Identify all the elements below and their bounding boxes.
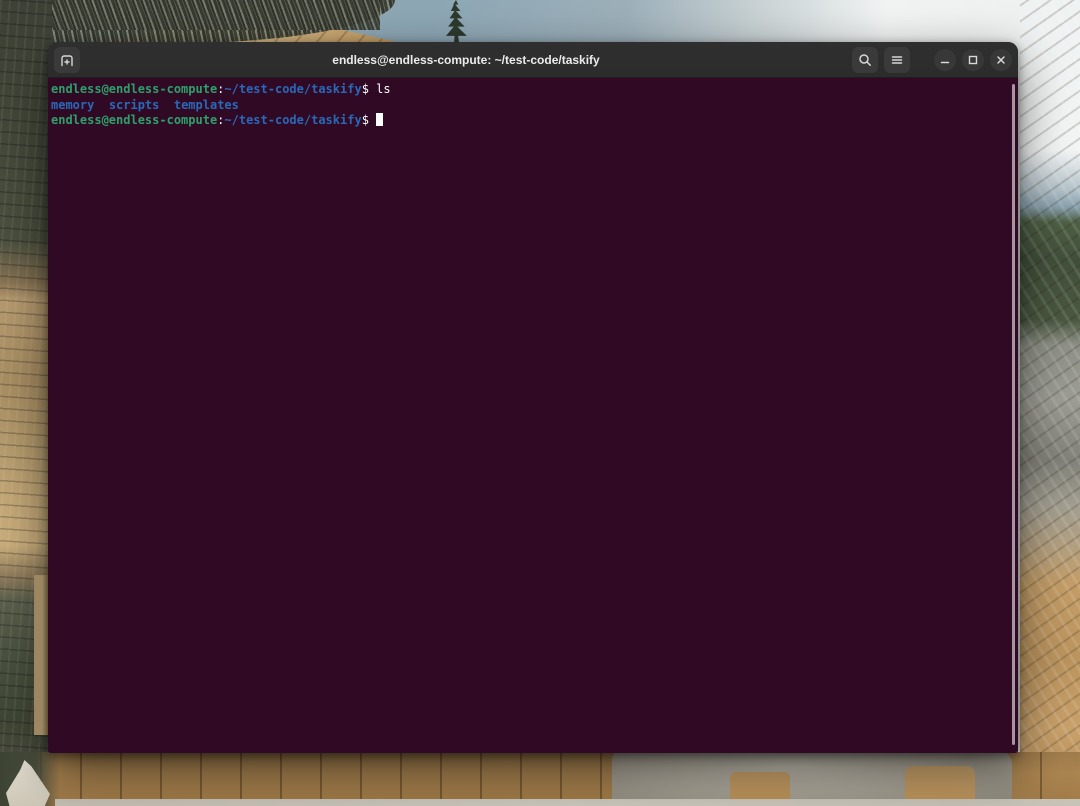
wallpaper-bottom-planks	[0, 752, 1080, 806]
ls-directory: scripts	[109, 98, 160, 112]
ls-separator	[159, 98, 173, 112]
wallpaper-cabin-roof	[96, 8, 406, 44]
wallpaper-wood-block	[730, 772, 790, 806]
prompt-path: ~/test-code/taskify	[224, 113, 361, 127]
wallpaper-floor-strip	[55, 799, 1080, 806]
prompt-user-host: endless@endless-compute	[51, 82, 217, 96]
terminal-scrollbar[interactable]	[1012, 84, 1015, 745]
prompt-symbol: $	[362, 82, 369, 96]
minimize-button[interactable]	[934, 49, 956, 71]
search-button[interactable]	[852, 47, 878, 73]
terminal-line-prompt: endless@endless-compute:~/test-code/task…	[51, 113, 1012, 129]
prompt-user-host: endless@endless-compute	[51, 113, 217, 127]
wallpaper-boulder	[612, 750, 1012, 802]
terminal-window: endless@endless-compute: ~/test-code/tas…	[48, 42, 1018, 753]
new-tab-icon	[59, 52, 75, 68]
hamburger-menu-icon	[890, 53, 904, 67]
wallpaper-thatch-branches	[0, 0, 395, 44]
wallpaper-wood-block	[905, 766, 975, 806]
ls-directory: templates	[174, 98, 239, 112]
window-title: endless@endless-compute: ~/test-code/tas…	[80, 53, 852, 67]
terminal-line-command: endless@endless-compute:~/test-code/task…	[51, 82, 1012, 98]
maximize-icon	[967, 54, 979, 66]
close-button[interactable]	[990, 49, 1012, 71]
minimize-icon	[939, 54, 951, 66]
command-text: ls	[376, 82, 390, 96]
terminal-line-ls-output: memory scripts templates	[51, 98, 1012, 114]
maximize-button[interactable]	[962, 49, 984, 71]
close-icon	[995, 54, 1007, 66]
wallpaper-thatch-fringe	[0, 0, 380, 30]
menu-button[interactable]	[884, 47, 910, 73]
wallpaper-white-carving	[6, 760, 50, 806]
wallpaper-dark-corner	[0, 752, 60, 806]
wallpaper-wood-post	[34, 575, 49, 735]
new-tab-button[interactable]	[54, 47, 80, 73]
wallpaper-left-cabin-wall	[0, 0, 52, 806]
wallpaper-right-mountainside	[1020, 0, 1080, 806]
ls-directory: memory	[51, 98, 94, 112]
prompt-symbol: $	[362, 113, 369, 127]
terminal-cursor	[376, 113, 383, 126]
wallpaper-pine-tree	[438, 0, 474, 46]
terminal-content[interactable]: endless@endless-compute:~/test-code/task…	[48, 79, 1018, 753]
headerbar-controls	[852, 47, 1012, 73]
terminal-headerbar[interactable]: endless@endless-compute: ~/test-code/tas…	[48, 42, 1018, 78]
ls-separator	[94, 98, 108, 112]
prompt-space	[369, 113, 376, 127]
search-icon	[858, 53, 872, 67]
prompt-path: ~/test-code/taskify	[224, 82, 361, 96]
